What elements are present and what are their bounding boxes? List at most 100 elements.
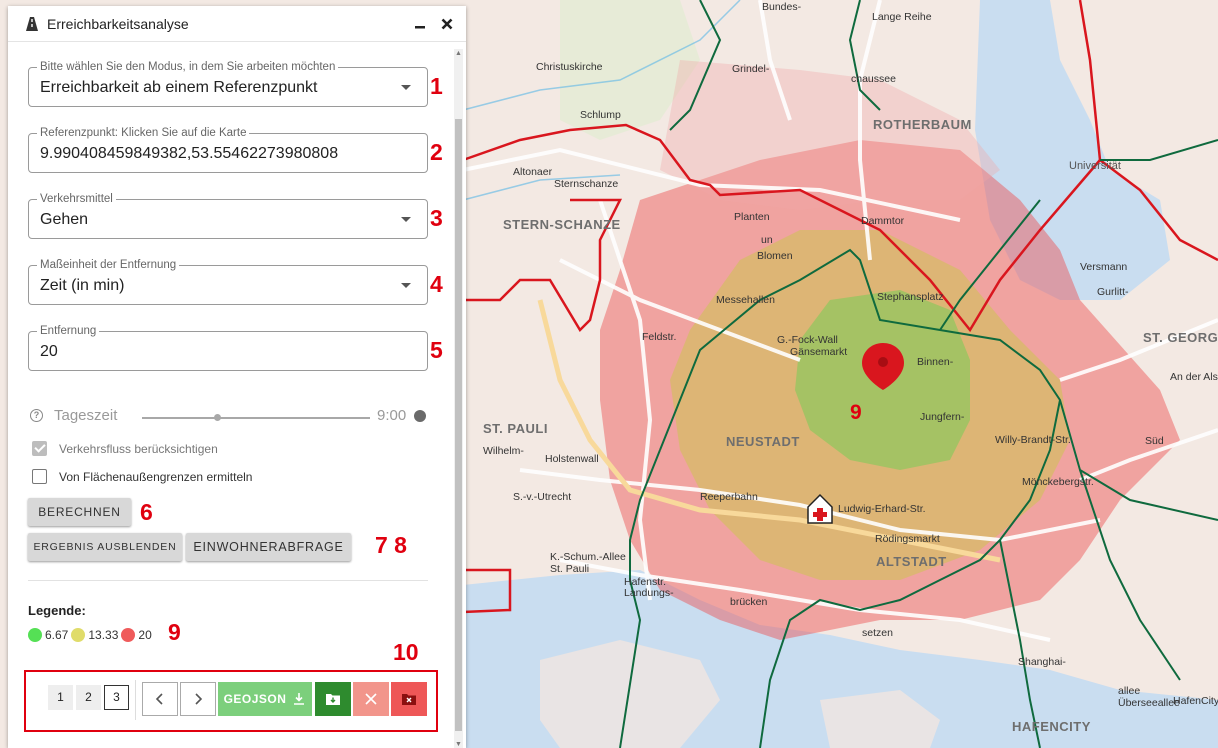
street-label: Gurlitt- [1097,286,1129,298]
legend-value: 13.33 [88,628,119,642]
distance-unit-label: Maßeinheit der Entfernung [37,259,180,272]
minimize-icon[interactable] [411,15,429,33]
street-label: Überseeallee [1118,697,1180,709]
annotation-number: 9 [168,619,181,645]
analysis-panel: Erreichbarkeitsanalyse ▲ ▼ Bitte wählen … [8,6,466,748]
hide-result-button[interactable]: ERGEBNIS AUSBLENDEN [28,533,182,561]
district-label: ST. PAULI [483,421,548,436]
next-button[interactable] [180,682,216,716]
street-label: setzen [862,627,893,639]
street-label: Schlump [580,109,621,121]
street-label: Wilhelm- [483,445,524,457]
street-label: Altonaer [513,166,553,178]
legend-title: Legende: [28,603,86,618]
reference-point-field[interactable]: Referenzpunkt: Klicken Sie auf die Karte… [28,127,428,173]
distance-value: 20 [40,343,58,360]
annotation-number: 2 [430,139,443,165]
annotation-number: 9 [850,401,862,424]
district-label: ALTSTADT [876,554,947,569]
page-button-2[interactable]: 2 [76,685,101,710]
mode-value: Erreichbarkeit ab einem Referenzpunkt [40,79,318,96]
street-label: Jungfern- [920,411,965,423]
street-label: G.-Fock-Wall [777,334,838,346]
legend-dot-yellow [71,628,86,642]
previous-button[interactable] [142,682,178,716]
street-label: Holstenwall [545,453,599,465]
scrollbar-thumb[interactable] [455,119,462,731]
traffic-flow-checkbox[interactable]: Verkehrsfluss berücksichtigen [32,441,218,456]
slider-handle[interactable] [214,414,222,421]
checkbox[interactable] [32,441,47,456]
transport-value: Gehen [40,211,89,228]
chevron-down-icon [401,217,411,222]
distance-field[interactable]: Entfernung 20 [28,325,428,371]
scroll-up-icon[interactable]: ▲ [454,49,463,58]
street-label: Blomen [757,250,793,262]
population-query-button[interactable]: EINWOHNERABFRAGE [186,533,351,561]
chevron-left-icon [155,693,163,705]
geojson-label: GEOJSON [223,692,287,706]
street-label: Feldstr. [642,331,676,343]
street-label: Landungs- [624,587,674,599]
street-label: Christuskirche [536,61,603,73]
calculate-button[interactable]: BERECHNEN [28,498,131,526]
chevron-down-icon [401,283,411,288]
street-label: allee [1118,685,1140,697]
street-label: brücken [730,596,768,608]
street-label: chaussee [851,73,896,85]
district-label: STERN-SCHANZE [503,217,621,232]
reference-point-label: Referenzpunkt: Klicken Sie auf die Karte [37,127,250,140]
street-label: HafenCity [1173,695,1218,707]
help-icon[interactable]: ? [30,409,43,422]
divider [135,680,136,720]
panel-scrollbar[interactable]: ▲ ▼ [454,49,463,748]
transport-select[interactable]: Verkehrsmittel Gehen [28,193,428,239]
annotation-number: 3 [430,205,443,231]
street-label: Mönckebergstr. [1022,476,1094,488]
page-button-3[interactable]: 3 [104,685,129,710]
cancel-button[interactable] [353,682,389,716]
street-label: S.-v.-Utrecht [513,491,571,503]
legend-dot-red [121,628,136,642]
save-result-button[interactable] [315,682,351,716]
street-label: Messehallen [716,294,775,306]
mode-select[interactable]: Bitte wählen Sie den Modus, in dem Sie a… [28,61,428,107]
street-label: Planten [734,211,770,223]
page-button-1[interactable]: 1 [48,685,73,710]
district-label: ST. GEORG [1143,330,1218,345]
district-label: HAFENCITY [1012,719,1091,734]
time-of-day-value: 9:00 [377,407,407,424]
street-label: Rödingsmarkt [875,533,940,545]
area-boundaries-checkbox[interactable]: Von Flächenaußengrenzen ermitteln [32,469,252,484]
close-icon [365,693,377,705]
time-of-day-label: Tageszeit [54,407,118,424]
mode-label: Bitte wählen Sie den Modus, in dem Sie a… [37,61,339,74]
street-label: Grindel- [732,63,770,75]
street-label: Dammtor [861,215,905,227]
download-icon [294,693,305,705]
street-label: Willy-Brandt-Str. [995,434,1071,446]
close-icon[interactable] [438,15,456,33]
panel-header: Erreichbarkeitsanalyse [8,6,466,42]
street-label: un [761,234,773,246]
clock-icon [414,410,426,422]
distance-unit-select[interactable]: Maßeinheit der Entfernung Zeit (in min) [28,259,428,305]
slider-track[interactable] [142,417,370,419]
street-label: Stephansplatz [877,291,944,303]
annotation-number: 10 [393,639,419,665]
geojson-download-button[interactable]: GEOJSON [218,682,312,716]
street-label: Ludwig-Erhard-Str. [838,503,926,515]
scroll-down-icon[interactable]: ▼ [454,740,463,748]
district-label: NEUSTADT [726,434,800,449]
panel-body: ▲ ▼ Bitte wählen Sie den Modus, in dem S… [8,43,466,748]
panel-title: Erreichbarkeitsanalyse [47,15,189,32]
street-label: Gänsemarkt [790,346,847,358]
checkbox[interactable] [32,469,47,484]
street-label: Shanghai- [1018,656,1066,668]
folder-delete-icon [402,694,416,705]
chevron-down-icon [401,85,411,90]
delete-result-button[interactable] [391,682,427,716]
street-label: K.-Schum.-Allee [550,551,626,563]
annotation-number: 4 [430,271,443,297]
annotation-number: 5 [430,337,443,363]
